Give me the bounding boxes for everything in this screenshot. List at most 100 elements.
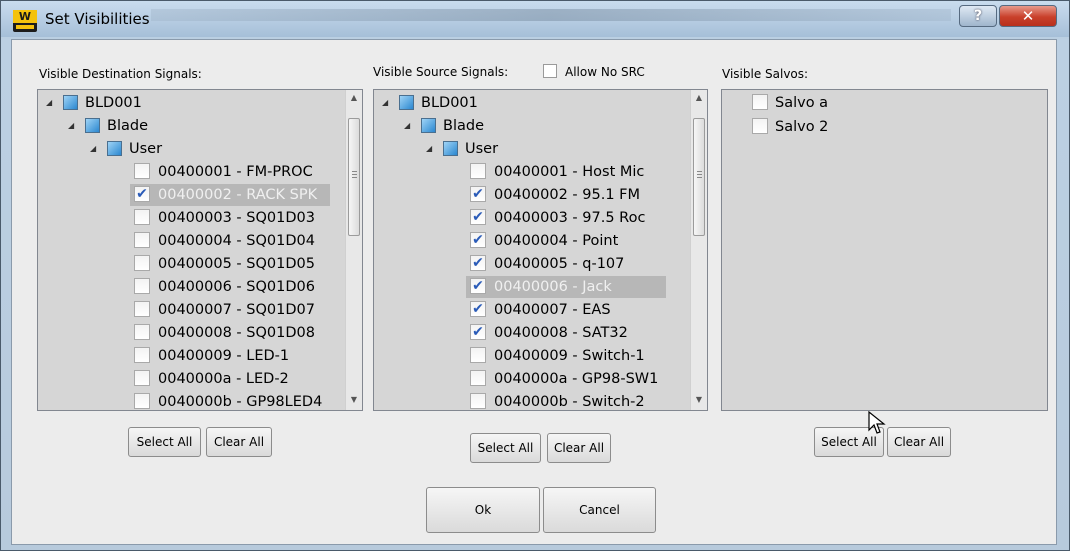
tree-item-row[interactable]: 0040000a - LED-2: [38, 368, 362, 390]
tree-item-row[interactable]: 00400005 - SQ01D05: [38, 253, 362, 275]
visibility-checkbox[interactable]: ✔: [470, 324, 486, 340]
expand-arrow-icon[interactable]: ◢: [404, 115, 414, 137]
signal-label: 00400009 - Switch-1: [494, 348, 645, 364]
visibility-checkbox[interactable]: ✔: [470, 209, 486, 225]
signal-label: 00400005 - SQ01D05: [158, 256, 315, 272]
source-header: Visible Source Signals:: [373, 65, 509, 79]
tree-item-row[interactable]: ✔ 00400008 - SAT32: [374, 322, 707, 344]
scroll-up-icon[interactable]: ▲: [346, 90, 362, 106]
tree-folder-row[interactable]: ◢ Blade: [38, 115, 362, 137]
visibility-checkbox[interactable]: [134, 324, 150, 340]
signal-label: 00400004 - Point: [494, 233, 619, 249]
src-clear-all-button[interactable]: Clear All: [547, 433, 611, 463]
visibility-checkbox[interactable]: [470, 347, 486, 363]
visibility-checkbox[interactable]: ✔: [470, 301, 486, 317]
tree-item-row[interactable]: 0040000b - Switch-2: [374, 391, 707, 410]
tree-item-row[interactable]: 0040000b - GP98LED4: [38, 391, 362, 410]
dest-clear-all-button[interactable]: Clear All: [206, 427, 272, 457]
expand-arrow-icon[interactable]: ◢: [90, 138, 100, 160]
salvo-checkbox[interactable]: [752, 118, 768, 134]
expand-arrow-icon[interactable]: ◢: [426, 138, 436, 160]
salvo-clear-all-button[interactable]: Clear All: [887, 427, 951, 457]
signal-label: 00400001 - FM-PROC: [158, 164, 313, 180]
tree-folder-row[interactable]: ◢ BLD001: [374, 92, 707, 114]
tree-item-row[interactable]: 00400003 - SQ01D03: [38, 207, 362, 229]
expand-arrow-icon[interactable]: ◢: [46, 92, 56, 114]
tree-item-row[interactable]: 00400006 - SQ01D06: [38, 276, 362, 298]
folder-node-icon: [443, 141, 458, 156]
visibility-checkbox[interactable]: [134, 209, 150, 225]
visibility-checkbox[interactable]: ✔: [470, 255, 486, 271]
salvo-checkbox[interactable]: [752, 94, 768, 110]
tree-folder-row[interactable]: ◢ Blade: [374, 115, 707, 137]
scroll-down-icon[interactable]: ▼: [691, 392, 707, 408]
tree-folder-row[interactable]: ◢ User: [38, 138, 362, 160]
tree-node-label: Blade: [443, 118, 484, 134]
tree-node-label: BLD001: [85, 95, 142, 111]
signal-label: 00400009 - LED-1: [158, 348, 290, 364]
title-bar[interactable]: W Set Visibilities ? ✕: [1, 1, 1069, 37]
visibility-checkbox[interactable]: ✔: [470, 278, 486, 294]
visibility-checkbox[interactable]: ✔: [134, 186, 150, 202]
tree-item-row[interactable]: ✔ 00400004 - Point: [374, 230, 707, 252]
visibility-checkbox[interactable]: [134, 393, 150, 409]
signal-label: 00400008 - SQ01D08: [158, 325, 315, 341]
scroll-up-icon[interactable]: ▲: [691, 90, 707, 106]
visibility-checkbox[interactable]: [134, 301, 150, 317]
salvo-row[interactable]: Salvo a: [722, 92, 1047, 114]
visibility-checkbox[interactable]: [134, 163, 150, 179]
expand-arrow-icon[interactable]: ◢: [382, 92, 392, 114]
tree-item-row[interactable]: ✔ 00400002 - 95.1 FM: [374, 184, 707, 206]
visibility-checkbox[interactable]: [134, 232, 150, 248]
tree-item-row[interactable]: ✔ 00400007 - EAS: [374, 299, 707, 321]
tree-item-row[interactable]: 00400001 - FM-PROC: [38, 161, 362, 183]
visibility-checkbox[interactable]: [134, 255, 150, 271]
visibility-checkbox[interactable]: [470, 370, 486, 386]
src-select-all-button[interactable]: Select All: [470, 433, 541, 463]
tree-node-label: BLD001: [421, 95, 478, 111]
allow-no-src-checkbox[interactable]: [543, 64, 557, 78]
signal-label: 00400007 - EAS: [494, 302, 611, 318]
destination-scrollbar[interactable]: ▲ ▼: [345, 90, 362, 410]
visibility-checkbox[interactable]: [134, 347, 150, 363]
visibility-checkbox[interactable]: [134, 278, 150, 294]
tree-item-row[interactable]: 0040000a - GP98-SW1: [374, 368, 707, 390]
cancel-button[interactable]: Cancel: [543, 487, 656, 533]
tree-item-row[interactable]: ✔ 00400003 - 97.5 Roc: [374, 207, 707, 229]
salvo-row[interactable]: Salvo 2: [722, 116, 1047, 138]
signal-label: 0040000b - Switch-2: [494, 394, 645, 410]
tree-folder-row[interactable]: ◢ User: [374, 138, 707, 160]
visibility-checkbox[interactable]: ✔: [470, 186, 486, 202]
dest-select-all-button[interactable]: Select All: [128, 427, 201, 457]
tree-item-row[interactable]: ✔ 00400006 - Jack: [374, 276, 707, 298]
signal-label: 0040000b - GP98LED4: [158, 394, 323, 410]
expand-arrow-icon[interactable]: ◢: [68, 115, 78, 137]
tree-item-row[interactable]: 00400009 - Switch-1: [374, 345, 707, 367]
close-button[interactable]: ✕: [999, 5, 1057, 27]
scroll-down-icon[interactable]: ▼: [346, 392, 362, 408]
salvo-label: Salvo 2: [775, 119, 829, 135]
ok-button[interactable]: Ok: [426, 487, 540, 533]
salvo-label: Salvo a: [775, 95, 829, 111]
visibility-checkbox[interactable]: [134, 370, 150, 386]
tree-item-row[interactable]: ✔ 00400005 - q-107: [374, 253, 707, 275]
tree-item-row[interactable]: 00400008 - SQ01D08: [38, 322, 362, 344]
source-scrollbar[interactable]: ▲ ▼: [690, 90, 707, 410]
source-tree[interactable]: ◢ BLD001 ◢ Blade ◢ User 00400001 - Host Mic ✔ 00…: [373, 89, 708, 411]
tree-item-row[interactable]: 00400007 - SQ01D07: [38, 299, 362, 321]
tree-folder-row[interactable]: ◢ BLD001: [38, 92, 362, 114]
tree-item-row[interactable]: 00400004 - SQ01D04: [38, 230, 362, 252]
tree-item-row[interactable]: ✔ 00400002 - RACK SPK: [38, 184, 362, 206]
destination-tree[interactable]: ◢ BLD001 ◢ Blade ◢ User 00400001 - FM-PROC ✔ 004…: [37, 89, 363, 411]
tree-item-row[interactable]: 00400001 - Host Mic: [374, 161, 707, 183]
visibility-checkbox[interactable]: ✔: [470, 232, 486, 248]
salvos-list[interactable]: Salvo a Salvo 2: [721, 89, 1048, 411]
visibility-checkbox[interactable]: [470, 163, 486, 179]
scroll-thumb[interactable]: [693, 118, 705, 236]
help-button[interactable]: ?: [959, 5, 997, 27]
tree-item-row[interactable]: 00400009 - LED-1: [38, 345, 362, 367]
scroll-thumb[interactable]: [348, 118, 360, 236]
background-window-blur: [151, 9, 951, 21]
signal-label: 00400003 - SQ01D03: [158, 210, 315, 226]
visibility-checkbox[interactable]: [470, 393, 486, 409]
